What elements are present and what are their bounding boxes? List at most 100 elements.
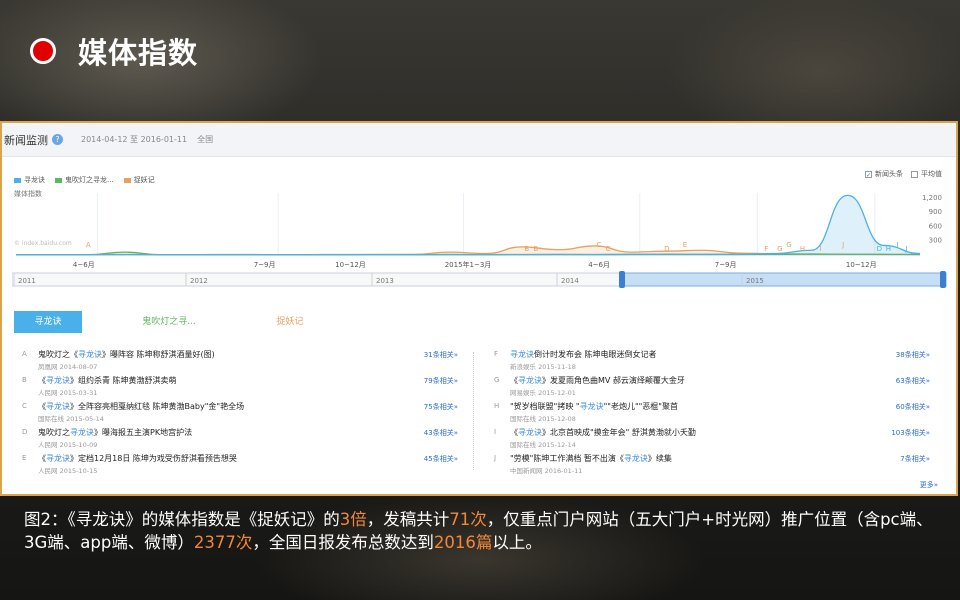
related-count-link[interactable]: 45条相关» xyxy=(424,454,458,464)
slide-header: 媒体指数 xyxy=(30,28,198,74)
event-marker: H xyxy=(886,245,891,253)
x-tick-label: 7~9月 xyxy=(254,261,276,269)
caption-text: 以上。 xyxy=(492,533,542,552)
timeline-year-label: 2015 xyxy=(746,277,764,285)
news-source: 中国新闻网 2016-01-11 xyxy=(510,467,583,475)
related-count-link[interactable]: 75条相关» xyxy=(424,402,458,412)
related-count-link[interactable]: 43条相关» xyxy=(424,428,458,438)
news-item: G 《寻龙诀》发夏雨角色曲MV 郝云演绎颠覆大金牙 网易娱乐 2015-12-01 6… xyxy=(490,374,930,400)
news-source: 国际在线 2015-12-08 xyxy=(510,415,576,423)
headline-text: 《 xyxy=(510,428,518,437)
related-count-link[interactable]: 60条相关» xyxy=(896,402,930,412)
timeline-handle-left xyxy=(619,271,625,288)
news-headline-link[interactable]: "贺岁档联盟"拷映 "寻龙诀""老炮儿""恶棍"聚首 xyxy=(510,401,678,412)
caption-highlight: 71次 xyxy=(449,510,487,529)
news-headline-link[interactable]: 《寻龙诀》定档12月18日 陈坤为戏受伤舒淇看预告想哭 xyxy=(38,453,237,464)
tab-zhuoyaoji[interactable]: 捉妖记 xyxy=(256,311,324,333)
news-marker-letter: J xyxy=(494,454,497,462)
headline-keyword: 寻龙诀 xyxy=(70,428,94,437)
news-headline-link[interactable]: 《寻龙诀》发夏雨角色曲MV 郝云演绎颠覆大金牙 xyxy=(510,375,685,386)
y-tick-label: 900 xyxy=(929,208,942,216)
news-item: J "劳模"陈坤工作满档 暂不出演《寻龙诀》续集 中国新闻网 2016-01-11 7… xyxy=(490,452,930,478)
news-headline-link[interactable]: "劳模"陈坤工作满档 暂不出演《寻龙诀》续集 xyxy=(510,453,672,464)
event-marker: A xyxy=(86,241,91,249)
news-headline-link[interactable]: 《寻龙诀》全阵容亮相戛纳红毯 陈坤黄渤Baby"金"艳全场 xyxy=(38,401,244,412)
region-label[interactable]: 全国 xyxy=(197,134,213,145)
caption-highlight: 2016篇 xyxy=(433,533,493,552)
news-marker-letter: E xyxy=(22,454,27,462)
related-count-link[interactable]: 79条相关» xyxy=(424,376,458,386)
x-tick-label: 10~12月 xyxy=(846,261,877,269)
headline-keyword: 寻龙诀 xyxy=(46,376,70,385)
news-headline-link[interactable]: 《寻龙诀》组约杀青 陈坤黄渤舒淇卖萌 xyxy=(38,375,177,386)
related-count-link[interactable]: 31条相关» xyxy=(424,350,458,360)
related-count-link[interactable]: 7条相关» xyxy=(900,454,930,464)
caption-highlight: 3倍 xyxy=(339,510,367,529)
news-column-right: F 寻龙诀倒计时发布会 陈坤电眼迷倒女记者 新浪娱乐 2015-11-18 38条相关… xyxy=(490,348,930,478)
caption-highlight: 2377次 xyxy=(193,533,253,552)
news-column-left: A 鬼吹灯之《寻龙诀》曝阵容 陈坤称舒淇酒量好(图) 凤凰网 2014-08-07 3… xyxy=(18,348,458,478)
x-tick-label: 4~6月 xyxy=(588,261,610,269)
headline-text: 《 xyxy=(38,454,46,463)
timeline-year-label: 2013 xyxy=(376,277,394,285)
x-tick-label: 10~12月 xyxy=(335,261,366,269)
event-marker: D xyxy=(877,245,882,253)
headline-text: 鬼吹灯之 xyxy=(38,428,70,437)
event-marker: C xyxy=(597,241,602,249)
related-count-link[interactable]: 38条相关» xyxy=(896,350,930,360)
headline-text: 》续集 xyxy=(647,454,672,463)
event-marker: B xyxy=(524,245,529,253)
checkbox-checked-icon[interactable]: ✓ xyxy=(865,170,872,179)
more-link[interactable]: 更多» xyxy=(920,480,938,490)
headline-text: 《 xyxy=(38,376,46,385)
timeline-slider[interactable]: 2011 2012 2013 2014 2015 xyxy=(12,271,948,289)
event-marker: J xyxy=(904,245,907,253)
related-count-link[interactable]: 103条相关» xyxy=(891,428,930,438)
date-range[interactable]: 2014-04-12 至 2016-01-11 xyxy=(81,134,187,145)
news-item: E 《寻龙诀》定档12月18日 陈坤为戏受伤舒淇看预告想哭 人民网 2015-10-… xyxy=(18,452,458,478)
headline-text: "贺岁档联盟"拷映 " xyxy=(510,402,580,411)
news-headline-link[interactable]: 鬼吹灯之寻龙诀》曝海报五主演PK地宫护法 xyxy=(38,427,192,438)
caption-text: ，全国日报发布总数达到 xyxy=(252,533,434,552)
headline-text: ""老炮儿""恶棍"聚首 xyxy=(603,402,678,411)
option-label: 新闻头条 xyxy=(875,170,903,178)
news-item: I 《寻龙诀》北京首映成"摸金年会" 舒淇黄渤就小夭勤 国际在线 2015-12-1… xyxy=(490,426,930,452)
news-headline-link[interactable]: 《寻龙诀》北京首映成"摸金年会" 舒淇黄渤就小夭勤 xyxy=(510,427,696,438)
news-marker-letter: A xyxy=(22,350,27,358)
slide-title: 媒体指数 xyxy=(78,36,199,70)
news-headline-link[interactable]: 寻龙诀倒计时发布会 陈坤电眼迷倒女记者 xyxy=(510,349,657,360)
headline-keyword: 寻龙诀 xyxy=(46,402,70,411)
news-headline-link[interactable]: 鬼吹灯之《寻龙诀》曝阵容 陈坤称舒淇酒量好(图) xyxy=(38,349,215,360)
headline-text: 》组约杀青 陈坤黄渤舒淇卖萌 xyxy=(70,376,177,385)
option-average[interactable]: 平均值 xyxy=(911,169,942,179)
slide-caption: 图2：《寻龙诀》的媒体指数是《捉妖记》的3倍，发稿共计71次，仅重点门户网站（五… xyxy=(24,508,944,554)
news-item: B 《寻龙诀》组约杀青 陈坤黄渤舒淇卖萌 人民网 2015-03-31 79条相关» xyxy=(18,374,458,400)
timeline-year-label: 2014 xyxy=(561,277,579,285)
news-source: 网易娱乐 2015-12-01 xyxy=(510,389,576,397)
timeline-handle-right xyxy=(940,271,946,288)
news-marker-letter: D xyxy=(22,428,28,436)
legend-swatch xyxy=(14,177,21,183)
x-tick-label: 4~6月 xyxy=(73,261,95,269)
news-marker-letter: H xyxy=(494,402,500,410)
panel-header: 新闻监测 ? 2014-04-12 至 2016-01-11 全国 xyxy=(2,123,956,157)
headline-keyword: 寻龙诀 xyxy=(623,454,648,463)
media-index-screenshot: 新闻监测 ? 2014-04-12 至 2016-01-11 全国 寻龙诀 鬼吹… xyxy=(0,121,958,496)
headline-text: 鬼吹灯之《 xyxy=(38,350,78,359)
y-tick-label: 1,200 xyxy=(922,194,942,202)
timeline-year-label: 2011 xyxy=(18,277,36,285)
option-headline[interactable]: ✓ 新闻头条 xyxy=(865,169,903,179)
help-icon[interactable]: ? xyxy=(52,134,63,145)
tab-guichuideng[interactable]: 鬼吹灯之寻... xyxy=(135,311,203,333)
news-source: 国际在线 2015-05-14 xyxy=(38,415,104,423)
event-marker: E xyxy=(683,241,687,249)
news-list: A 鬼吹灯之《寻龙诀》曝阵容 陈坤称舒淇酒量好(图) 凤凰网 2014-08-07 3… xyxy=(18,348,944,478)
tab-xunlongjue[interactable]: 寻龙诀 xyxy=(14,311,82,333)
checkbox-icon[interactable] xyxy=(911,170,918,178)
related-count-link[interactable]: 63条相关» xyxy=(896,376,930,386)
headline-keyword: 寻龙诀 xyxy=(518,428,542,437)
event-marker: D xyxy=(664,245,669,253)
headline-text: 》全阵容亮相戛纳红毯 陈坤黄渤Baby"金"艳全场 xyxy=(70,402,245,411)
news-marker-letter: C xyxy=(22,402,27,410)
caption-text: ，发稿共计 xyxy=(366,510,450,529)
